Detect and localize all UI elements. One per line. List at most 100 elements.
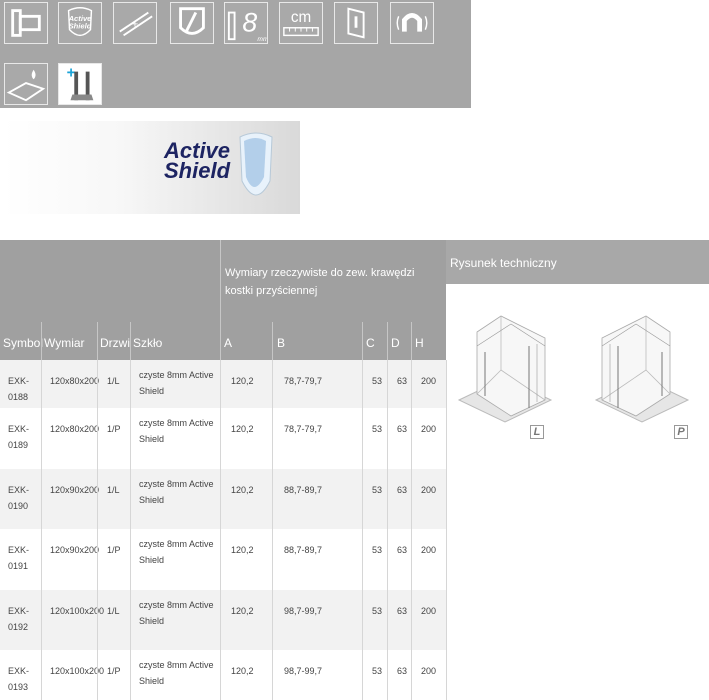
table-column-divider — [97, 360, 98, 408]
col-d: D — [391, 336, 400, 350]
thickness-value: 8 — [242, 8, 257, 38]
table-cell-d: 63 — [397, 606, 408, 616]
table-column-divider — [41, 408, 42, 469]
header-divider — [130, 322, 131, 360]
table-column-divider — [446, 469, 447, 529]
table-column-divider — [130, 650, 131, 700]
table-cell-h: 200 — [421, 485, 437, 495]
header-divider — [362, 322, 363, 360]
thickness-unit: mm — [257, 36, 267, 43]
table-row: EXK-0193 120x100x200 1/P czyste 8mm Active … — [0, 650, 447, 700]
table-cell-d: 63 — [397, 485, 408, 495]
col-symbol: Symbol — [3, 336, 44, 350]
table-column-divider — [97, 469, 98, 529]
table-column-divider — [272, 408, 273, 469]
table-column-divider — [97, 590, 98, 650]
table-column-divider — [41, 590, 42, 650]
table-cell-h: 200 — [421, 424, 437, 434]
table-column-divider — [411, 469, 412, 529]
table-cell-szkło: czyste 8mm Active Shield — [139, 600, 214, 626]
table-cell-drzwi: 1/P — [107, 666, 121, 676]
table-column-divider — [97, 650, 98, 700]
door-handle-icon — [334, 2, 378, 44]
table-column-divider — [362, 360, 363, 408]
table-cell-a: 120,2 — [231, 666, 254, 676]
table-column-divider — [41, 529, 42, 590]
table-column-divider — [411, 650, 412, 700]
table-cell-drzwi: 1/P — [107, 545, 121, 555]
table-row: EXK-0190 120x90x200 1/L czyste 8mm Active S… — [0, 469, 447, 529]
table-cell-c: 53 — [372, 376, 383, 386]
right-variant-label: P — [674, 425, 688, 439]
table-column-divider — [272, 650, 273, 700]
shower-tray-icon — [4, 63, 48, 105]
table-row: EXK-0188 120x80x200 1/L czyste 8mm Active S… — [0, 360, 447, 408]
tech-drawing-header: Rysunek techniczny — [446, 240, 709, 284]
table-column-divider — [220, 650, 221, 700]
table-column-divider — [362, 469, 363, 529]
table-cell-symbol: EXK-0193 — [8, 666, 30, 692]
col-szklo: Szkło — [133, 336, 163, 350]
table-cell-drzwi: 1/L — [107, 376, 120, 386]
table-cell-drzwi: 1/P — [107, 424, 121, 434]
dimensions-subheader — [220, 322, 446, 360]
table-cell-drzwi: 1/L — [107, 485, 120, 495]
header-divider — [220, 240, 221, 360]
table-column-divider — [220, 590, 221, 650]
table-cell-b: 98,7-99,7 — [284, 606, 323, 616]
col-c: C — [366, 336, 375, 350]
table-column-divider — [362, 650, 363, 700]
table-column-divider — [411, 360, 412, 408]
table-cell-a: 120,2 — [231, 376, 254, 386]
header-divider — [41, 322, 42, 360]
table-cell-szkło: czyste 8mm Active Shield — [139, 370, 214, 396]
table-cell-szkło: czyste 8mm Active Shield — [139, 479, 214, 505]
table-cell-a: 120,2 — [231, 424, 254, 434]
table-column-divider — [272, 469, 273, 529]
table-cell-h: 200 — [421, 545, 437, 555]
table-column-divider — [220, 529, 221, 590]
table-column-divider — [130, 590, 131, 650]
table-cell-szkło: czyste 8mm Active Shield — [139, 539, 214, 565]
table-cell-szkło: czyste 8mm Active Shield — [139, 418, 214, 444]
glass-panel-plus-icon: + — [113, 2, 157, 44]
table-cell-h: 200 — [421, 376, 437, 386]
active-shield-banner: Active Shield — [4, 121, 300, 214]
table-column-divider — [387, 650, 388, 700]
table-column-divider — [362, 529, 363, 590]
table-column-divider — [97, 408, 98, 469]
table-row: EXK-0192 120x100x200 1/L czyste 8mm Active … — [0, 590, 447, 650]
table-cell-h: 200 — [421, 606, 437, 616]
table-cell-c: 53 — [372, 606, 383, 616]
table-cell-b: 98,7-99,7 — [284, 666, 323, 676]
table-cell-d: 63 — [397, 666, 408, 676]
col-a: A — [224, 336, 233, 350]
table-cell-drzwi: 1/L — [107, 606, 120, 616]
shield-icon — [239, 132, 273, 196]
table-column-divider — [387, 529, 388, 590]
table-column-divider — [362, 408, 363, 469]
dimensions-group-header: Wymiary rzeczywiste do zew. krawędzi kos… — [220, 240, 446, 322]
table-column-divider — [446, 360, 447, 408]
banner-line-2: Shield — [164, 158, 231, 183]
table-column-divider — [220, 408, 221, 469]
safety-glass-icon — [170, 2, 214, 44]
table-column-divider — [387, 469, 388, 529]
dimensions-group-label: Wymiary rzeczywiste do zew. krawędzi kos… — [225, 267, 415, 297]
table-column-divider — [362, 590, 363, 650]
table-column-divider — [387, 408, 388, 469]
table-column-divider — [220, 469, 221, 529]
table-row: EXK-0191 120x90x200 1/P czyste 8mm Active S… — [0, 529, 447, 590]
table-cell-d: 63 — [397, 424, 408, 434]
table-column-divider — [411, 529, 412, 590]
table-column-divider — [41, 360, 42, 408]
active-shield-badge-icon: Active Shield — [58, 2, 102, 44]
table-cell-d: 63 — [397, 545, 408, 555]
plus-accessory-icon: + — [58, 63, 102, 105]
table-column-divider — [446, 650, 447, 700]
table-cell-c: 53 — [372, 485, 383, 495]
table-column-divider — [411, 590, 412, 650]
table-column-divider — [130, 469, 131, 529]
feature-icon-bar: ActiveShield + 8mm cm + — [0, 0, 471, 108]
tech-drawing-left — [457, 315, 553, 423]
